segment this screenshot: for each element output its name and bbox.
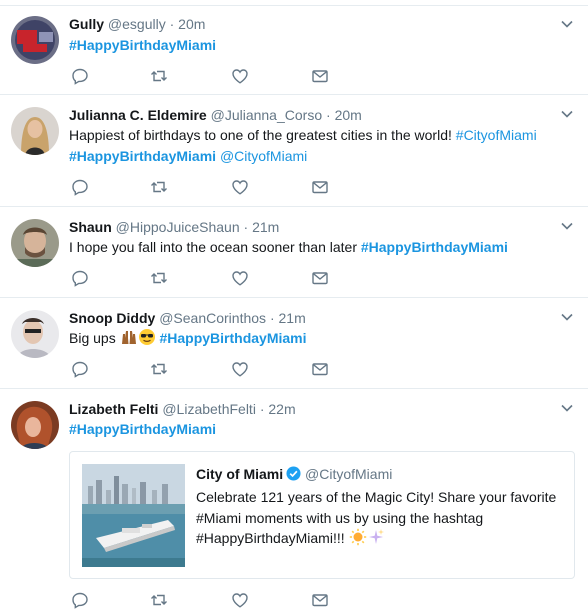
separator: ·: [326, 107, 331, 123]
raised-hands-emoji-icon: [120, 328, 138, 352]
direct-message-icon[interactable]: [311, 178, 329, 196]
quoted-user-handle[interactable]: @CityofMiami: [305, 466, 392, 482]
tweet[interactable]: Julianna C. Eldemire @Julianna_Corso · 2…: [0, 95, 588, 207]
quoted-text-line: #HappyBirthdayMiami!!!: [196, 530, 349, 546]
tweet-text-body: I hope you fall into the ocean sooner th…: [69, 239, 361, 255]
avatar[interactable]: [11, 107, 59, 155]
tweet-actions: [71, 360, 371, 378]
retweet-icon[interactable]: [150, 269, 168, 287]
hashtag-link[interactable]: #HappyBirthdayMiami: [159, 330, 306, 346]
verified-badge-icon: [286, 466, 301, 484]
hashtag-link[interactable]: #HappyBirthdayMiami: [69, 421, 216, 437]
tweet-actions: [71, 178, 371, 196]
tweet-header: Snoop Diddy @SeanCorinthos · 21m: [69, 309, 306, 327]
user-handle[interactable]: @SeanCorinthos: [159, 310, 266, 326]
tweet-text: #HappyBirthdayMiami: [69, 419, 569, 440]
quoted-text-line: #Miami moments with us by using the hash…: [196, 509, 484, 526]
user-handle[interactable]: @LizabethFelti: [162, 401, 256, 417]
user-handle[interactable]: @Julianna_Corso: [211, 107, 323, 123]
quoted-tweet-text: Celebrate 121 years of the Magic City! S…: [196, 487, 566, 552]
sparkles-emoji-icon: [367, 528, 385, 552]
direct-message-icon[interactable]: [311, 67, 329, 85]
reply-icon[interactable]: [71, 178, 89, 196]
quoted-tweet-image[interactable]: [82, 464, 185, 567]
direct-message-icon[interactable]: [311, 591, 329, 609]
retweet-icon[interactable]: [150, 178, 168, 196]
separator: ·: [269, 310, 275, 326]
display-name[interactable]: Lizabeth Felti: [69, 401, 158, 417]
separator: ·: [259, 401, 265, 417]
hashtag-link[interactable]: #HappyBirthdayMiami: [69, 37, 216, 53]
tweet[interactable]: Gully @esgully · 20m #HappyBirthdayMiami: [0, 5, 588, 95]
tweet-actions: [71, 67, 371, 85]
reply-icon[interactable]: [71, 591, 89, 609]
like-icon[interactable]: [231, 269, 249, 287]
retweet-icon[interactable]: [150, 67, 168, 85]
avatar[interactable]: [11, 401, 59, 449]
tweet[interactable]: Shaun @HippoJuiceShaun · 21m I hope you …: [0, 207, 588, 298]
direct-message-icon[interactable]: [311, 360, 329, 378]
quoted-text-line: Celebrate 121 years of the Magic City! S…: [196, 489, 557, 505]
reply-icon[interactable]: [71, 360, 89, 378]
tweet-actions: [71, 269, 371, 287]
chevron-down-icon[interactable]: [560, 219, 574, 233]
tweet-header: Lizabeth Felti @LizabethFelti · 22m: [69, 400, 296, 418]
tweet-text-body: Happiest of birthdays to one of the grea…: [69, 127, 456, 143]
reply-icon[interactable]: [71, 269, 89, 287]
display-name[interactable]: Julianna C. Eldemire: [69, 107, 207, 123]
hashtag-link[interactable]: #CityofMiami: [456, 127, 537, 143]
like-icon[interactable]: [231, 178, 249, 196]
avatar[interactable]: [11, 16, 59, 64]
hashtag-link[interactable]: #HappyBirthdayMiami: [69, 148, 216, 164]
tweet[interactable]: Snoop Diddy @SeanCorinthos · 21m Big ups…: [0, 298, 588, 389]
timestamp[interactable]: 21m: [252, 219, 279, 235]
retweet-icon[interactable]: [150, 360, 168, 378]
tweet-header: Julianna C. Eldemire @Julianna_Corso · 2…: [69, 106, 362, 124]
timestamp[interactable]: 20m: [335, 107, 362, 123]
timestamp[interactable]: 21m: [279, 310, 306, 326]
tweet-text: I hope you fall into the ocean sooner th…: [69, 237, 569, 258]
retweet-icon[interactable]: [150, 591, 168, 609]
like-icon[interactable]: [231, 591, 249, 609]
timestamp[interactable]: 20m: [178, 16, 205, 32]
display-name[interactable]: Shaun: [69, 219, 112, 235]
avatar[interactable]: [11, 219, 59, 267]
user-handle[interactable]: @esgully: [108, 16, 166, 32]
hashtag-link[interactable]: #HappyBirthdayMiami: [361, 239, 508, 255]
timestamp[interactable]: 22m: [268, 401, 295, 417]
tweet-text: Happiest of birthdays to one of the grea…: [69, 125, 569, 167]
tweet-header: Gully @esgully · 20m: [69, 15, 205, 33]
like-icon[interactable]: [231, 360, 249, 378]
chevron-down-icon[interactable]: [560, 107, 574, 121]
tweet-actions: [71, 591, 371, 609]
user-handle[interactable]: @HippoJuiceShaun: [116, 219, 240, 235]
avatar[interactable]: [11, 310, 59, 358]
separator: ·: [169, 16, 175, 32]
sunglasses-emoji-icon: [138, 328, 156, 352]
tweet-text: #HappyBirthdayMiami: [69, 35, 569, 56]
separator: ·: [243, 219, 249, 235]
sun-emoji-icon: [349, 528, 367, 552]
quoted-tweet-card[interactable]: City of Miami @CityofMiami Celebrate 121…: [69, 451, 575, 579]
quoted-display-name[interactable]: City of Miami: [196, 466, 283, 482]
chevron-down-icon[interactable]: [560, 17, 574, 31]
direct-message-icon[interactable]: [311, 269, 329, 287]
display-name[interactable]: Gully: [69, 16, 104, 32]
display-name[interactable]: Snoop Diddy: [69, 310, 155, 326]
tweet-text: Big ups #HappyBirthdayMiami: [69, 328, 569, 352]
chevron-down-icon[interactable]: [560, 401, 574, 415]
like-icon[interactable]: [231, 67, 249, 85]
reply-icon[interactable]: [71, 67, 89, 85]
tweet-header: Shaun @HippoJuiceShaun · 21m: [69, 218, 279, 236]
mention-link[interactable]: @CityofMiami: [220, 148, 307, 164]
tweet-text-body: Big ups: [69, 330, 116, 346]
quoted-tweet-header: City of Miami @CityofMiami: [196, 466, 392, 484]
chevron-down-icon[interactable]: [560, 310, 574, 324]
